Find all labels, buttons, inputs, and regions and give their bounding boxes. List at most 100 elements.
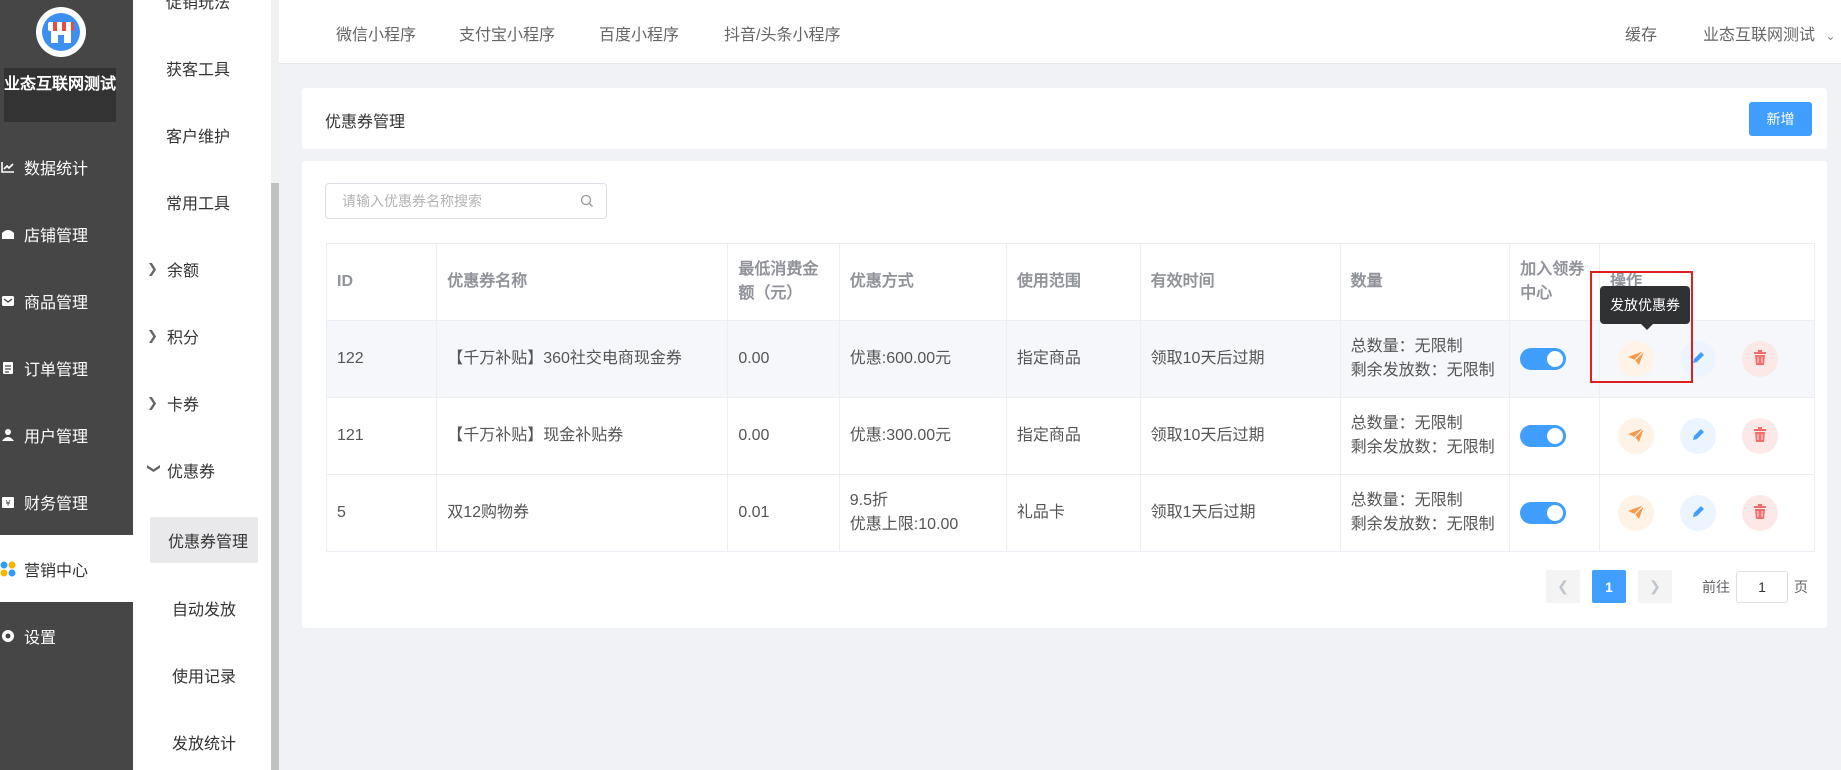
send-coupon-button[interactable] [1617, 418, 1654, 454]
submenu-group-card[interactable]: ❯ 卡券 [133, 369, 271, 436]
submenu-item[interactable]: 促销玩法 [133, 0, 271, 34]
scrollbar-thumb[interactable] [271, 183, 279, 770]
submenu-item-coupon-manage[interactable]: 优惠券管理 [150, 517, 258, 563]
table-row: 121 【千万补贴】现金补贴券 0.00 优惠:300.00元 指定商品 领取1… [325, 397, 1816, 475]
submenu-group-coupon[interactable]: ❯ 优惠券 [133, 436, 271, 503]
submenu-item[interactable]: 获客工具 [133, 34, 271, 101]
next-page-button[interactable]: ❯ [1638, 570, 1672, 603]
submenu-item-issue-stats[interactable]: 发放统计 [133, 708, 271, 770]
cell-min: 0.00 [727, 320, 840, 398]
account-menu[interactable]: 业态互联网测试 ⌄ [1703, 21, 1836, 45]
finance-icon: ¥ [0, 495, 16, 509]
chevron-right-icon: ❯ [147, 327, 158, 343]
order-icon [0, 361, 16, 375]
nav-label: 店铺管理 [24, 227, 89, 245]
total-qty: 总数量：无限制 [1350, 492, 1463, 509]
column-header: 加入领券中心 [1509, 243, 1600, 321]
coupon-center-toggle[interactable] [1520, 424, 1567, 447]
cache-link[interactable]: 缓存 [1625, 21, 1657, 45]
submenu-group-label: 余额 [167, 262, 200, 280]
search-box [325, 183, 607, 219]
submenu-scrollbar[interactable] [271, 0, 279, 770]
submenu-group-points[interactable]: ❯ 积分 [133, 302, 271, 369]
column-header: 优惠券名称 [436, 243, 729, 321]
add-button[interactable]: 新增 [1749, 102, 1812, 136]
pencil-icon [1690, 504, 1706, 523]
cell-name: 【千万补贴】360社交电商现金券 [436, 320, 729, 398]
send-coupon-button[interactable] [1617, 495, 1654, 531]
user-icon [0, 428, 16, 442]
cell-center [1509, 474, 1600, 552]
column-header: 有效时间 [1139, 243, 1341, 321]
tab-douyin[interactable]: 抖音/头条小程序 [724, 21, 840, 45]
cell-quantity: 总数量：无限制剩余发放数：无限制 [1339, 474, 1511, 552]
delete-button[interactable] [1741, 495, 1778, 531]
settings-icon [0, 629, 16, 643]
nav-label: 数据统计 [24, 160, 89, 178]
remain-qty: 剩余发放数：无限制 [1350, 516, 1495, 533]
nav-item-store[interactable]: 店铺管理 [0, 200, 133, 267]
nav-item-settings[interactable]: 设置 [0, 602, 133, 669]
remain-qty: 剩余发放数：无限制 [1350, 439, 1495, 456]
delete-button[interactable] [1741, 418, 1778, 454]
cell-name: 双12购物券 [436, 474, 729, 552]
cell-scope: 指定商品 [1005, 320, 1141, 398]
coupon-center-toggle[interactable] [1520, 347, 1567, 370]
nav-label: 营销中心 [24, 562, 89, 580]
cell-id: 121 [325, 397, 438, 475]
edit-button[interactable] [1679, 495, 1716, 531]
cell-center [1509, 320, 1600, 398]
submenu-item-usage-record[interactable]: 使用记录 [133, 641, 271, 708]
page-title: 优惠券管理 [325, 114, 406, 131]
tab-wechat[interactable]: 微信小程序 [336, 21, 416, 45]
submenu-item-auto-issue[interactable]: 自动发放 [133, 574, 271, 641]
cell-discount: 优惠:600.00元 [838, 320, 1007, 398]
coupon-list-card: ID 优惠券名称 最低消费金额（元） 优惠方式 使用范围 有效时间 数量 加入领… [302, 161, 1827, 628]
column-header: ID [325, 243, 438, 321]
discount-line: 优惠:300.00元 [849, 427, 952, 444]
search-input[interactable] [342, 184, 582, 218]
submenu-group-label: 卡券 [167, 396, 200, 414]
nav-item-marketing[interactable]: 营销中心 [0, 535, 133, 602]
submenu-item[interactable]: 常用工具 [133, 168, 271, 235]
nav-label: 财务管理 [24, 495, 89, 513]
nav-item-data-stats[interactable]: 数据统计 [0, 133, 133, 200]
trash-icon [1753, 503, 1767, 523]
cell-min: 0.01 [727, 474, 840, 552]
cell-valid: 领取10天后过期 [1139, 320, 1341, 398]
nav-item-finance[interactable]: ¥ 财务管理 [0, 468, 133, 535]
cell-id: 5 [325, 474, 438, 552]
submenu-group-balance[interactable]: ❯ 余额 [133, 235, 271, 302]
goto-page-input[interactable] [1736, 570, 1788, 603]
cell-quantity: 总数量：无限制 剩余发放数：无限制 [1339, 320, 1511, 398]
edit-button[interactable] [1679, 418, 1716, 454]
store-icon [0, 227, 16, 241]
nav-item-orders[interactable]: 订单管理 [0, 334, 133, 401]
trash-icon [1753, 349, 1767, 369]
marketing-submenu: 促销玩法 获客工具 客户维护 常用工具 ❯ 余额 ❯ 积分 ❯ 卡券 ❯ 优惠券… [133, 0, 271, 770]
page-number[interactable]: 1 [1592, 570, 1626, 603]
tab-alipay[interactable]: 支付宝小程序 [459, 21, 555, 45]
store-logo [36, 7, 86, 57]
cell-name: 【千万补贴】现金补贴券 [436, 397, 729, 475]
cell-id: 122 [325, 320, 438, 398]
submenu-group-label: 优惠券 [167, 463, 216, 481]
pagination: ❮ 1 ❯ 前往 页 [1546, 570, 1808, 603]
account-name: 业态互联网测试 [1703, 27, 1816, 44]
nav-item-users[interactable]: 用户管理 [0, 401, 133, 468]
cell-valid: 领取10天后过期 [1139, 397, 1341, 475]
search-icon[interactable] [580, 194, 594, 213]
prev-page-button[interactable]: ❮ [1546, 570, 1580, 603]
nav-item-goods[interactable]: 商品管理 [0, 267, 133, 334]
nav-label: 用户管理 [24, 428, 89, 446]
chevron-right-icon: ❯ [147, 394, 158, 410]
submenu-item[interactable]: 客户维护 [133, 101, 271, 168]
discount-line-2: 优惠上限:10.00 [849, 516, 959, 533]
coupon-center-toggle[interactable] [1520, 501, 1567, 524]
tab-baidu[interactable]: 百度小程序 [599, 21, 679, 45]
cell-scope: 指定商品 [1005, 397, 1141, 475]
total-qty: 总数量：无限制 [1350, 415, 1463, 432]
marketing-icon [0, 561, 16, 576]
discount-line: 优惠:600.00元 [849, 350, 952, 367]
delete-button[interactable] [1741, 341, 1778, 377]
